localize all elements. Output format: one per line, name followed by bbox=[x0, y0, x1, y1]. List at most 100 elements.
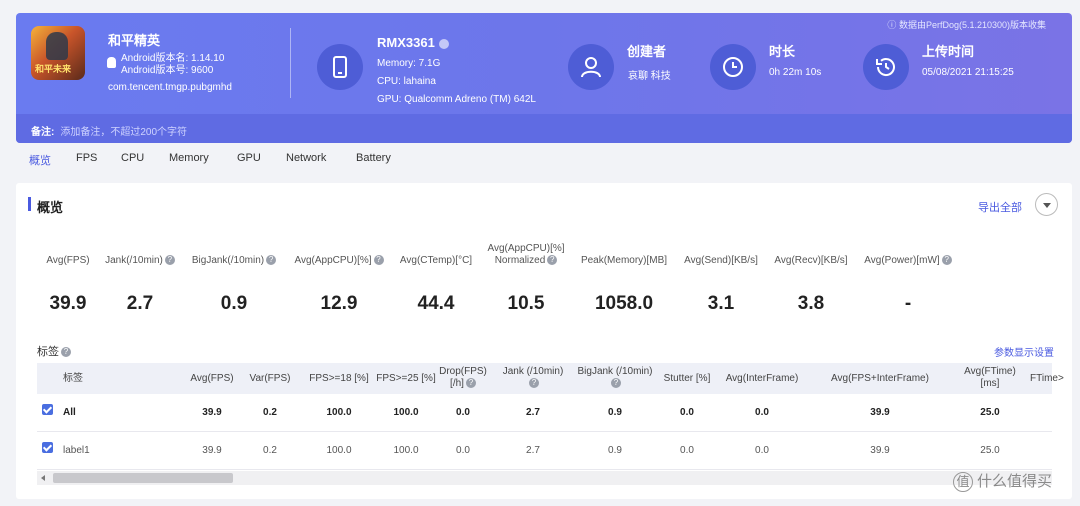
stat-label: Avg(FPS) bbox=[46, 255, 90, 266]
device-cpu: CPU: lahaina bbox=[377, 76, 436, 87]
table-cell: 25.0 bbox=[980, 445, 1000, 456]
horizontal-scrollbar[interactable] bbox=[37, 471, 1052, 485]
column-header: 标签 bbox=[63, 373, 83, 384]
stat-label: Avg(Recv)[KB/s] bbox=[774, 255, 848, 266]
tab-gpu[interactable]: GPU bbox=[237, 152, 261, 164]
watermark: 值什么值得买 bbox=[953, 470, 1052, 493]
table-cell: 0.0 bbox=[755, 445, 769, 456]
table-row[interactable]: All 39.9 0.2 100.0 100.0 0.0 2.7 0.9 0.0… bbox=[37, 394, 1052, 432]
device-gpu: GPU: Qualcomm Adreno (TM) 642L bbox=[377, 94, 536, 105]
header-divider bbox=[290, 28, 291, 98]
table-header: 标签 Avg(FPS) Var(FPS) FPS>=18 [%] FPS>=25… bbox=[37, 363, 1064, 394]
scroll-left-icon[interactable] bbox=[41, 475, 45, 481]
stat-avg-fps: Avg(FPS) 39.9 bbox=[40, 255, 96, 315]
perfdog-note-text: 数据由PerfDog(5.1.210300)版本收集 bbox=[898, 20, 1046, 30]
stat-label: Avg(AppCPU)[%] bbox=[487, 243, 565, 254]
duration-value: 0h 22m 10s bbox=[769, 67, 822, 78]
stat-value: - bbox=[904, 293, 912, 314]
table-cell: 0.0 bbox=[456, 407, 470, 418]
help-icon[interactable]: ? bbox=[266, 255, 277, 266]
app-icon-text: 和平未来 bbox=[35, 64, 72, 74]
column-header: Avg(FPS+InterFrame) bbox=[831, 373, 929, 384]
clock-icon bbox=[710, 44, 756, 90]
app-version-name: Android版本名: 1.14.10 bbox=[121, 53, 225, 64]
row-label: All bbox=[63, 407, 76, 418]
note-field[interactable]: 备注: 添加备注，不超过200个字符 bbox=[16, 114, 1072, 143]
upload-value: 05/08/2021 21:15:25 bbox=[922, 67, 1014, 78]
stat-jank: Jank(/10min)? 2.7 bbox=[102, 255, 178, 315]
note-placeholder[interactable]: 添加备注，不超过200个字符 bbox=[60, 127, 187, 138]
stat-label: Jank(/10min)? bbox=[102, 255, 178, 267]
scrollbar-thumb[interactable] bbox=[53, 473, 233, 483]
column-header: Var(FPS) bbox=[249, 373, 291, 384]
table-cell: 0.2 bbox=[263, 445, 277, 456]
param-settings-link[interactable]: 参数显示设置 bbox=[994, 344, 1054, 359]
table-cell: 25.0 bbox=[980, 407, 1000, 418]
table-cell: 0.9 bbox=[608, 407, 622, 418]
stat-label: Avg(Send)[KB/s] bbox=[684, 255, 758, 266]
app-version-code: Android版本号: 9600 bbox=[121, 65, 214, 76]
stat-appcpu-normalized: Avg(AppCPU)[%] Normalized? 10.5 bbox=[486, 243, 566, 315]
app-icon-figure bbox=[46, 32, 68, 60]
row-checkbox[interactable] bbox=[42, 442, 53, 453]
help-icon[interactable]: ? bbox=[164, 255, 175, 266]
help-icon[interactable]: ? bbox=[941, 255, 952, 266]
android-icon bbox=[107, 57, 116, 68]
help-icon[interactable]: ? bbox=[465, 378, 476, 389]
column-header: Avg(FTime) [ms] bbox=[964, 366, 1016, 389]
device-name: RMX3361 bbox=[377, 35, 449, 50]
user-icon bbox=[568, 44, 614, 90]
table-cell: 0.0 bbox=[755, 407, 769, 418]
help-icon[interactable]: ? bbox=[61, 347, 71, 358]
overview-title: 概览 bbox=[37, 200, 64, 215]
column-header: FTime> bbox=[1030, 373, 1064, 384]
tab-network[interactable]: Network bbox=[286, 152, 326, 164]
stat-value: 2.7 bbox=[126, 293, 154, 314]
help-icon[interactable]: ? bbox=[373, 255, 384, 266]
stat-value: 44.4 bbox=[417, 293, 455, 314]
overview-card: 概览 导出全部 Avg(FPS) 39.9 Jank(/10min)? 2.7 … bbox=[16, 183, 1072, 499]
creator-title: 创建者 bbox=[627, 44, 667, 59]
table-cell: 0.0 bbox=[456, 445, 470, 456]
tab-memory[interactable]: Memory bbox=[169, 152, 209, 164]
stat-avg-send: Avg(Send)[KB/s] 3.1 bbox=[682, 255, 760, 315]
stat-label: Avg(AppCPU)[%]? bbox=[291, 255, 387, 267]
app-icon: 和平未来 bbox=[31, 26, 85, 80]
stat-label: Avg(Power)[mW]? bbox=[862, 255, 954, 267]
stat-value: 12.9 bbox=[320, 293, 358, 314]
perfdog-note: ⓘ 数据由PerfDog(5.1.210300)版本收集 bbox=[887, 18, 1046, 31]
help-icon[interactable]: ? bbox=[529, 378, 539, 389]
help-icon[interactable]: ? bbox=[547, 255, 558, 266]
header-info: 和平未来 和平精英 Android版本名: 1.14.10 Android版本号… bbox=[16, 13, 1072, 114]
tab-battery[interactable]: Battery bbox=[356, 152, 391, 164]
tags-title: 标签? bbox=[37, 343, 71, 359]
tab-fps[interactable]: FPS bbox=[76, 152, 97, 164]
tab-overview[interactable]: 概览 bbox=[29, 152, 51, 168]
column-header: Avg(InterFrame) bbox=[725, 373, 799, 384]
device-name-text: RMX3361 bbox=[377, 35, 435, 50]
report-header: 和平未来 和平精英 Android版本名: 1.14.10 Android版本号… bbox=[16, 13, 1072, 143]
table-cell: 39.9 bbox=[870, 445, 890, 456]
table-row[interactable]: label1 39.9 0.2 100.0 100.0 0.0 2.7 0.9 … bbox=[37, 432, 1052, 470]
app-name: 和平精英 bbox=[108, 33, 161, 48]
section-accent-bar bbox=[28, 197, 31, 211]
stat-peak-memory: Peak(Memory)[MB] 1058.0 bbox=[578, 255, 670, 315]
device-info-icon[interactable] bbox=[438, 38, 449, 49]
tab-cpu[interactable]: CPU bbox=[121, 152, 144, 164]
stat-avg-power: Avg(Power)[mW]? - bbox=[862, 255, 954, 315]
app-version: Android版本名: 1.14.10 Android版本号: 9600 bbox=[121, 53, 224, 77]
collapse-button[interactable] bbox=[1035, 193, 1058, 216]
creator-value: 哀聊 科技 bbox=[628, 71, 671, 82]
export-all-link[interactable]: 导出全部 bbox=[978, 199, 1022, 215]
duration-title: 时长 bbox=[769, 44, 796, 59]
row-checkbox[interactable] bbox=[42, 404, 53, 415]
help-icon[interactable]: ? bbox=[611, 378, 621, 389]
app-package: com.tencent.tmgp.pubgmhd bbox=[108, 82, 232, 93]
stat-bigjank: BigJank(/10min)? 0.9 bbox=[189, 255, 279, 315]
watermark-logo-icon: 值 bbox=[953, 472, 973, 493]
column-header: Drop(FPS) [/h]? bbox=[439, 366, 487, 389]
stat-value: 3.1 bbox=[707, 293, 735, 314]
stat-avg-ctemp: Avg(CTemp)[°C] 44.4 bbox=[396, 255, 476, 315]
stat-value: 39.9 bbox=[49, 293, 87, 314]
note-label: 备注: bbox=[31, 127, 55, 138]
